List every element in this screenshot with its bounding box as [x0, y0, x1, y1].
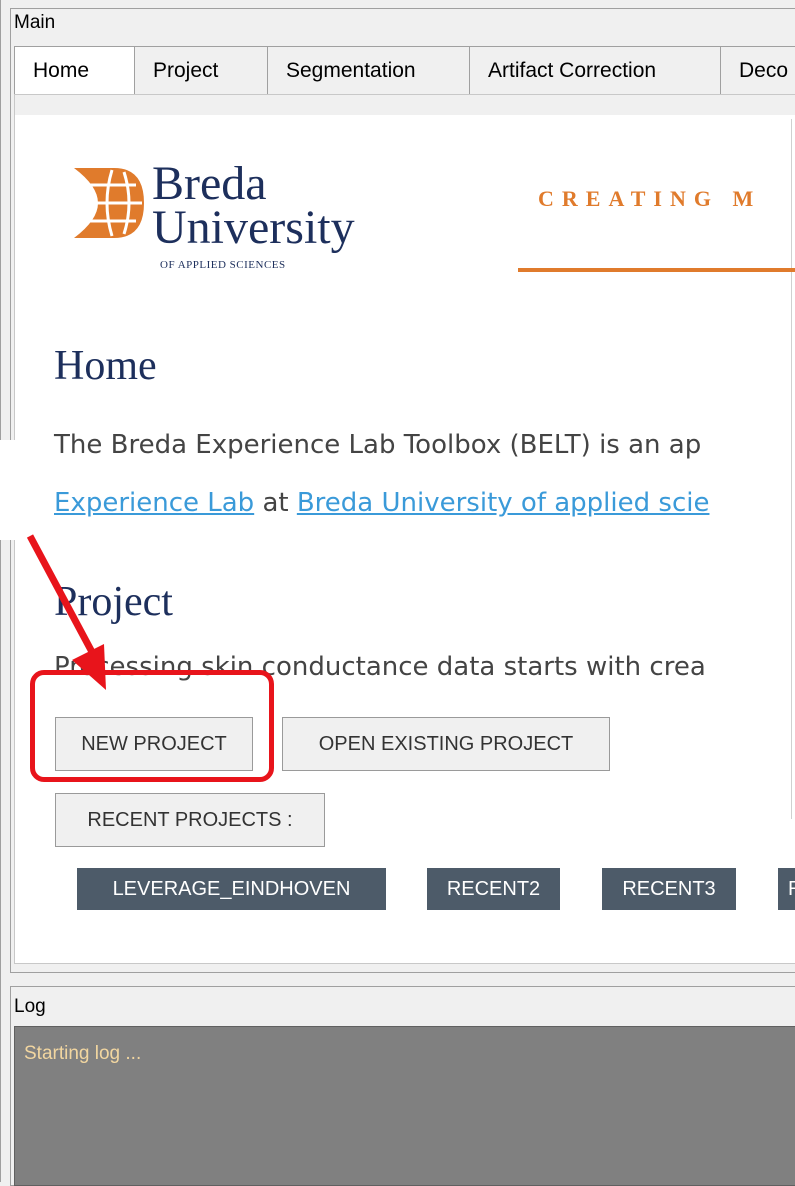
highlight-box: [30, 670, 274, 782]
scrollbar[interactable]: [791, 119, 795, 819]
recent-projects-button[interactable]: RECENT PROJECTS :: [55, 793, 325, 847]
recent-project-chip[interactable]: RECENT3: [602, 868, 736, 910]
tab-artifact-correction[interactable]: Artifact Correction: [469, 46, 721, 94]
project-heading: Project: [54, 579, 173, 625]
content-top-strip: [15, 95, 795, 115]
intro-connector: at: [254, 488, 297, 518]
home-heading: Home: [54, 343, 157, 389]
tab-label: Segmentation: [286, 58, 416, 82]
tab-project[interactable]: Project: [134, 46, 268, 94]
tab-label: Deco: [739, 58, 789, 82]
breda-university-link[interactable]: Breda University of applied scie: [297, 488, 710, 518]
main-panel-title: Main: [14, 12, 56, 33]
open-existing-project-button[interactable]: OPEN EXISTING PROJECT: [282, 717, 610, 771]
tagline: CREATING M: [538, 186, 762, 211]
tagline-underline: [518, 268, 795, 272]
log-panel-title: Log: [14, 996, 46, 1017]
tab-bar: Home Project Segmentation Artifact Corre…: [14, 46, 795, 95]
overlay-patch: [0, 440, 50, 540]
tab-label: Artifact Correction: [488, 58, 657, 82]
logo-line-3: OF APPLIED SCIENCES: [160, 259, 286, 271]
tab-label: Home: [33, 59, 90, 82]
tab-home[interactable]: Home: [14, 46, 135, 95]
logo-line-2: University: [152, 201, 355, 254]
recent-project-chip[interactable]: RECENT2: [427, 868, 560, 910]
university-logo-icon: [74, 168, 144, 238]
intro-links: Experience Lab at Breda University of ap…: [54, 488, 709, 518]
experience-lab-link[interactable]: Experience Lab: [54, 488, 254, 518]
tab-label: Project: [153, 58, 219, 82]
log-text: Starting log ...: [24, 1043, 142, 1064]
tab-segmentation[interactable]: Segmentation: [267, 46, 470, 94]
tab-deco[interactable]: Deco: [720, 46, 795, 94]
recent-project-chip[interactable]: LEVERAGE_EINDHOVEN: [77, 868, 386, 910]
intro-text: The Breda Experience Lab Toolbox (BELT) …: [54, 430, 702, 460]
recent-project-chip[interactable]: R: [778, 868, 795, 910]
